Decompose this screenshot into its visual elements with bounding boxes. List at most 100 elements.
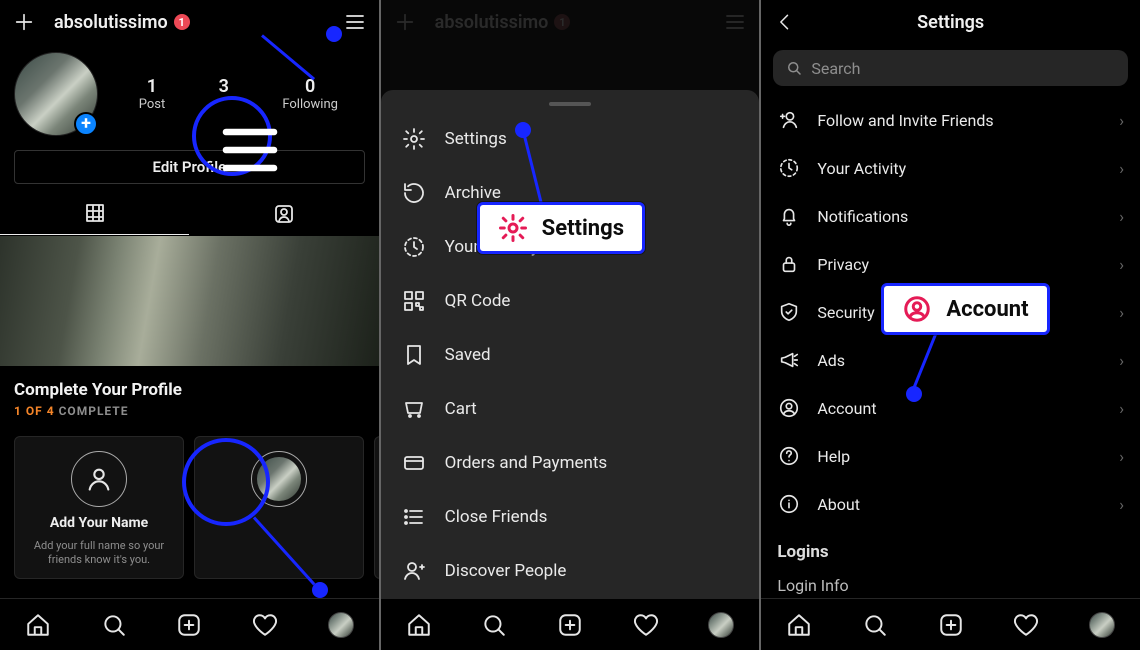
chevron-right-icon: ›: [1119, 495, 1124, 514]
search-icon: [785, 59, 803, 77]
stat-followers[interactable]: 3: [219, 76, 229, 112]
clock-icon: [401, 234, 427, 260]
stat-following-label: Following: [282, 97, 338, 112]
shield-icon: [777, 300, 801, 324]
settings-header: Settings: [761, 0, 1140, 44]
profile-username[interactable]: absolutissimo 1: [46, 12, 333, 33]
settings-row-help[interactable]: Help ›: [761, 432, 1140, 480]
card-add-name[interactable]: Add Your Name Add your full name so your…: [14, 436, 184, 579]
edit-profile-label: Edit Profile: [153, 158, 227, 176]
chevron-right-icon: ›: [1119, 399, 1124, 418]
chevron-right-icon: ›: [1119, 207, 1124, 226]
row-label: Ads: [817, 351, 1103, 370]
person-icon: [71, 451, 127, 507]
menu-item-label: Close Friends: [445, 507, 548, 527]
nav-create-icon[interactable]: [937, 611, 965, 639]
lock-icon: [777, 252, 801, 276]
info-icon: [777, 492, 801, 516]
menu-item-label: Cart: [445, 399, 477, 419]
card-add-photo-sub: [278, 539, 281, 553]
card-add-photo-title: [277, 515, 280, 531]
add-story-icon[interactable]: +: [74, 112, 98, 136]
nav-search-icon[interactable]: [100, 611, 128, 639]
nav-profile-avatar[interactable]: [1088, 611, 1116, 639]
menu-item-label: Saved: [445, 345, 491, 365]
nav-home-icon[interactable]: [24, 611, 52, 639]
menu-item-settings[interactable]: Settings: [381, 112, 760, 166]
clock-icon: [777, 156, 801, 180]
row-label: Help: [817, 447, 1103, 466]
account-icon: [902, 294, 932, 324]
chevron-right-icon: ›: [1119, 447, 1124, 466]
menu-item-cart[interactable]: Cart: [381, 382, 760, 436]
settings-row-about[interactable]: About ›: [761, 480, 1140, 528]
chevron-right-icon: ›: [1119, 351, 1124, 370]
edit-profile-button[interactable]: Edit Profile: [14, 150, 365, 184]
search-wrap: Search: [761, 44, 1140, 96]
screen-settings: Settings Search Follow and Invite Friend…: [761, 0, 1140, 650]
settings-row-ads[interactable]: Ads ›: [761, 336, 1140, 384]
complete-profile-title: Complete Your Profile: [14, 380, 365, 400]
stat-following[interactable]: 0 Following: [282, 76, 338, 112]
row-label: Account: [817, 399, 1103, 418]
bottom-nav: [381, 598, 760, 650]
complete-profile-progress: 1 OF 4 COMPLETE: [14, 404, 365, 418]
menu-item-discover[interactable]: Discover People: [381, 544, 760, 598]
menu-item-qrcode[interactable]: QR Code: [381, 274, 760, 328]
stat-posts[interactable]: 1 Post: [139, 76, 166, 112]
nav-activity-icon[interactable]: [1012, 611, 1040, 639]
avatar[interactable]: +: [14, 52, 98, 136]
hamburger-menu-icon[interactable]: [341, 8, 369, 36]
menu-item-orders[interactable]: Orders and Payments: [381, 436, 760, 490]
card-add-bio[interactable]: Add a Bio Tell your followers about your…: [374, 436, 379, 579]
title-label: Settings: [917, 12, 984, 33]
annotation-dot-photo-card: [312, 582, 328, 598]
menu-item-close-friends[interactable]: Close Friends: [381, 490, 760, 544]
menu-item-saved[interactable]: Saved: [381, 328, 760, 382]
nav-create-icon[interactable]: [175, 611, 203, 639]
back-icon[interactable]: [771, 8, 799, 36]
megaphone-icon: [777, 348, 801, 372]
settings-row-notifications[interactable]: Notifications ›: [761, 192, 1140, 240]
profile-header: absolutissimo 1: [0, 0, 379, 44]
settings-row-account[interactable]: Account ›: [761, 384, 1140, 432]
callout-account: Account: [881, 283, 1049, 335]
stat-posts-count: 1: [139, 76, 166, 97]
nav-activity-icon[interactable]: [251, 611, 279, 639]
tab-grid[interactable]: [0, 192, 189, 235]
settings-row-privacy[interactable]: Privacy ›: [761, 240, 1140, 288]
nav-search-icon[interactable]: [861, 611, 889, 639]
tab-tagged[interactable]: [189, 192, 378, 235]
sheet-grabber[interactable]: [549, 102, 591, 106]
nav-home-icon[interactable]: [405, 611, 433, 639]
nav-activity-icon[interactable]: [632, 611, 660, 639]
menu-item-label: Archive: [445, 183, 501, 203]
bottom-nav: [761, 598, 1140, 650]
nav-search-icon[interactable]: [480, 611, 508, 639]
bottom-nav: [0, 598, 379, 650]
complete-progress-done: 1 OF 4: [14, 404, 55, 418]
settings-row-follow-invite[interactable]: Follow and Invite Friends ›: [761, 96, 1140, 144]
nav-home-icon[interactable]: [785, 611, 813, 639]
nav-profile-avatar[interactable]: [707, 611, 735, 639]
post-thumbnail[interactable]: [0, 236, 379, 366]
search-input[interactable]: Search: [773, 50, 1128, 86]
search-placeholder: Search: [811, 59, 860, 78]
new-post-icon[interactable]: [10, 8, 38, 36]
menu-item-label: Discover People: [445, 561, 567, 581]
complete-cards[interactable]: Add Your Name Add your full name so your…: [0, 422, 379, 579]
settings-row-activity[interactable]: Your Activity ›: [761, 144, 1140, 192]
row-label: About: [817, 495, 1103, 514]
card-add-photo[interactable]: [194, 436, 364, 579]
profile-top: + 1 Post 3 0 Following: [0, 44, 379, 140]
callout-settings: Settings: [477, 202, 645, 254]
chevron-right-icon: ›: [1119, 303, 1124, 322]
callout-label: Settings: [542, 216, 624, 241]
chevron-right-icon: ›: [1119, 111, 1124, 130]
add-person-icon: [401, 558, 427, 584]
nav-profile-avatar[interactable]: [327, 611, 355, 639]
nav-create-icon[interactable]: [556, 611, 584, 639]
gear-icon: [401, 126, 427, 152]
chevron-right-icon: ›: [1119, 255, 1124, 274]
help-icon: [777, 444, 801, 468]
